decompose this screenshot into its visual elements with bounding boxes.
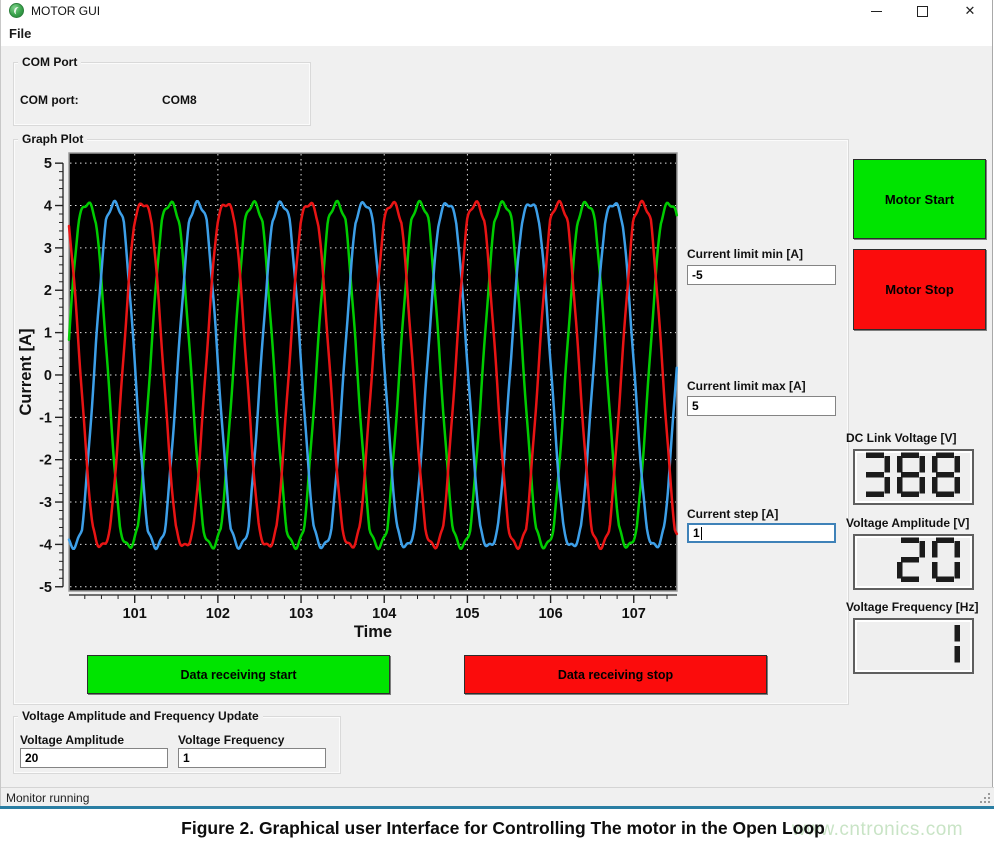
motor-stop-button[interactable]: Motor Stop (853, 249, 986, 330)
voltage-frequency-display (853, 618, 974, 674)
com-port-label: COM port: (20, 93, 79, 107)
voltage-frequency-digits (855, 620, 968, 668)
voltage-amplitude-display-label: Voltage Amplitude [V] (846, 516, 969, 530)
svg-text:-4: -4 (39, 537, 52, 553)
window-title: MOTOR GUI (31, 4, 100, 18)
voltage-amplitude-label: Voltage Amplitude (20, 733, 124, 747)
voltage-frequency-label: Voltage Frequency (178, 733, 284, 747)
minimize-button[interactable] (859, 0, 893, 22)
maximize-icon (917, 6, 928, 17)
figure-caption: Figure 2. Graphical user Interface for C… (0, 818, 1006, 839)
svg-text:103: 103 (289, 606, 313, 622)
status-bar: Monitor running (1, 787, 994, 806)
menu-file[interactable]: File (9, 26, 31, 41)
dc-link-voltage-label: DC Link Voltage [V] (846, 431, 956, 445)
dc-link-voltage-digits (855, 451, 968, 499)
resize-grip[interactable] (978, 791, 991, 804)
graph-plot-group-title: Graph Plot (18, 132, 87, 146)
svg-text:101: 101 (123, 606, 147, 622)
close-button[interactable]: ✕ (953, 0, 987, 22)
svg-text:1: 1 (44, 326, 52, 342)
current-limit-max-input[interactable] (687, 396, 836, 416)
screenshot-root: MOTOR GUI ✕ File COM Port COM port: COM8… (0, 0, 1006, 848)
current-waveform-chart: -5 -4 -3 -2 -1 0 1 2 3 4 5 101 102 103 104 105 106 107 Tim… (15, 146, 687, 646)
current-step-value: 1 (693, 526, 700, 540)
svg-text:106: 106 (538, 606, 562, 622)
status-text: Monitor running (6, 791, 89, 805)
svg-text:Time: Time (354, 623, 392, 641)
svg-text:0: 0 (44, 368, 52, 384)
title-bar: MOTOR GUI ✕ (1, 0, 992, 22)
close-icon: ✕ (965, 3, 976, 19)
svg-text:5: 5 (44, 156, 52, 172)
data-receiving-stop-button[interactable]: Data receiving stop (464, 655, 767, 694)
com-port-group: COM Port COM port: COM8 (13, 62, 311, 126)
svg-text:107: 107 (622, 606, 646, 622)
svg-text:-2: -2 (39, 453, 52, 469)
minimize-icon (871, 11, 882, 12)
current-step-input[interactable]: 1 (687, 523, 836, 543)
voltage-frequency-input[interactable] (178, 748, 326, 768)
voltage-update-group-title: Voltage Amplitude and Frequency Update (18, 709, 263, 723)
menu-bar: File (1, 22, 992, 46)
svg-text:104: 104 (372, 606, 396, 622)
voltage-update-group: Voltage Amplitude and Frequency Update V… (13, 716, 341, 774)
svg-text:105: 105 (455, 606, 479, 622)
current-limit-min-label: Current limit min [A] (687, 247, 803, 261)
current-limit-max-label: Current limit max [A] (687, 379, 806, 393)
voltage-frequency-display-label: Voltage Frequency [Hz] (846, 600, 978, 614)
svg-text:-1: -1 (39, 410, 52, 426)
svg-text:-3: -3 (39, 495, 52, 511)
com-port-value: COM8 (162, 93, 197, 107)
motor-start-button[interactable]: Motor Start (853, 159, 986, 239)
svg-text:2: 2 (44, 283, 52, 299)
svg-text:-5: -5 (39, 580, 52, 596)
voltage-amplitude-digits (855, 536, 968, 584)
app-window: MOTOR GUI ✕ File COM Port COM port: COM8… (0, 0, 993, 806)
svg-text:102: 102 (206, 606, 230, 622)
voltage-amplitude-display (853, 534, 974, 590)
maximize-button[interactable] (905, 0, 939, 22)
current-limit-min-input[interactable] (687, 265, 836, 285)
text-cursor (701, 527, 702, 540)
svg-text:3: 3 (44, 241, 52, 257)
svg-text:Current [A]: Current [A] (17, 328, 35, 415)
voltage-amplitude-input[interactable] (20, 748, 168, 768)
app-icon (9, 3, 24, 18)
svg-text:4: 4 (44, 199, 52, 215)
com-port-group-title: COM Port (18, 55, 81, 69)
current-step-label: Current step [A] (687, 507, 778, 521)
caption-band: www.cntronics.com Figure 2. Graphical us… (0, 809, 1006, 848)
data-receiving-start-button[interactable]: Data receiving start (87, 655, 390, 694)
dc-link-voltage-display (853, 449, 974, 505)
